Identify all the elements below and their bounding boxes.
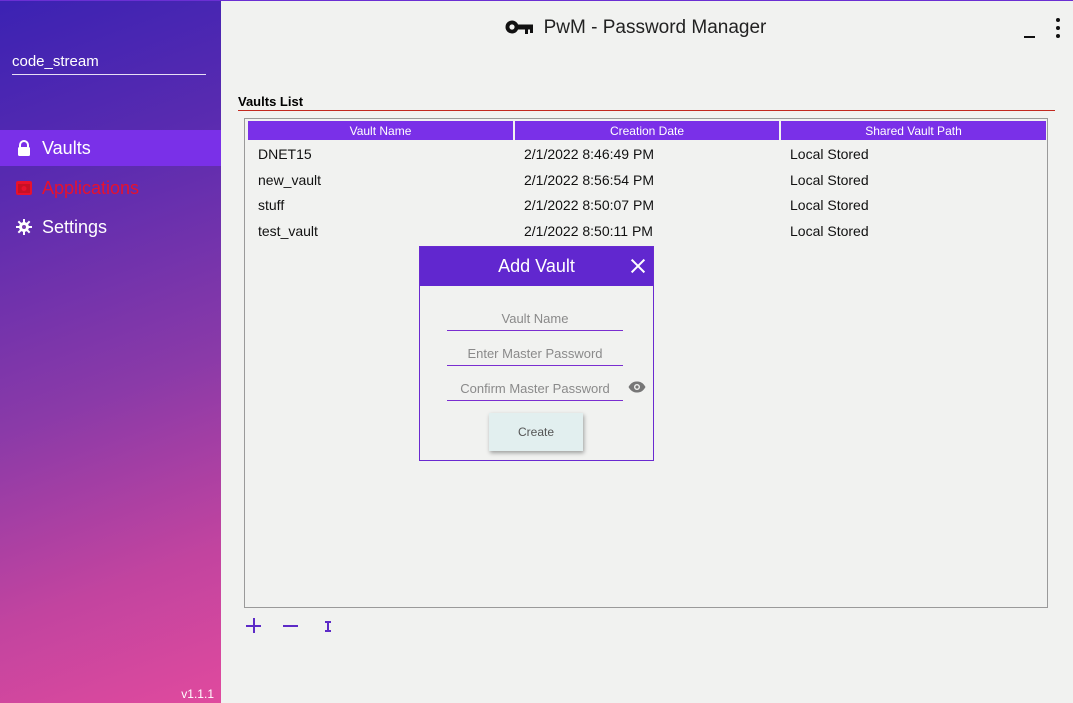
sidebar-item-vaults[interactable]: Vaults xyxy=(0,130,221,166)
sidebar-item-settings[interactable]: Settings xyxy=(0,209,221,245)
vault-name-input[interactable] xyxy=(447,307,623,331)
app-title: PwM - Password Manager xyxy=(543,17,767,38)
cell-vault-name: DNET15 xyxy=(258,146,312,162)
sidebar-item-label: Vaults xyxy=(42,137,91,158)
close-icon[interactable] xyxy=(629,257,647,275)
rename-vault-button[interactable] xyxy=(318,616,338,636)
cell-vault-name: stuff xyxy=(258,197,285,213)
eye-icon[interactable] xyxy=(628,380,646,393)
title-bar: PwM - Password Manager xyxy=(221,1,1073,55)
column-header-vault-name[interactable]: Vault Name xyxy=(248,121,515,140)
cell-shared-path: Local Stored xyxy=(790,146,869,162)
cell-shared-path: Local Stored xyxy=(790,223,869,239)
table-row[interactable]: new_vault 2/1/2022 8:56:54 PM Local Stor… xyxy=(258,169,1038,191)
app-window: code_stream Vaults Applications Settings… xyxy=(0,0,1073,703)
add-vault-dialog: Add Vault Create xyxy=(419,246,654,461)
confirm-password-input[interactable] xyxy=(447,377,623,401)
cell-creation-date: 2/1/2022 8:50:07 PM xyxy=(524,197,654,213)
sidebar-item-label: Applications xyxy=(42,177,140,198)
table-row[interactable]: stuff 2/1/2022 8:50:07 PM Local Stored xyxy=(258,194,1038,216)
app-version: v1.1.1 xyxy=(181,687,214,701)
gear-icon xyxy=(16,219,32,235)
cell-vault-name: new_vault xyxy=(258,172,322,188)
key-icon xyxy=(505,18,533,41)
delete-vault-button[interactable] xyxy=(281,616,301,636)
cell-creation-date: 2/1/2022 8:50:11 PM xyxy=(524,223,653,239)
master-password-input[interactable] xyxy=(447,342,623,366)
table-row[interactable]: test_vault 2/1/2022 8:50:11 PM Local Sto… xyxy=(258,220,1038,242)
sidebar: code_stream Vaults Applications Settings… xyxy=(0,1,221,703)
vaults-list-title: Vaults List xyxy=(238,94,304,109)
add-vault-button[interactable] xyxy=(244,616,264,636)
more-menu-icon[interactable] xyxy=(1053,18,1063,38)
table-row[interactable]: DNET15 2/1/2022 8:46:49 PM Local Stored xyxy=(258,143,1038,165)
user-name: code_stream xyxy=(12,53,206,75)
dialog-title: Add Vault xyxy=(498,256,575,276)
cell-shared-path: Local Stored xyxy=(790,172,869,188)
minimize-button[interactable] xyxy=(1023,21,1037,39)
cell-shared-path: Local Stored xyxy=(790,197,869,213)
sidebar-item-applications[interactable]: Applications xyxy=(0,170,221,206)
lock-icon xyxy=(16,140,32,156)
title-divider xyxy=(238,110,1055,111)
cell-creation-date: 2/1/2022 8:56:54 PM xyxy=(524,172,654,188)
cell-vault-name: test_vault xyxy=(258,223,318,239)
column-header-creation-date[interactable]: Creation Date xyxy=(515,121,781,140)
sidebar-item-label: Settings xyxy=(42,216,108,237)
cell-creation-date: 2/1/2022 8:46:49 PM xyxy=(524,146,654,162)
create-button[interactable]: Create xyxy=(489,413,583,451)
app-window-icon xyxy=(16,180,32,196)
dialog-header: Add Vault xyxy=(420,247,653,286)
table-header: Vault Name Creation Date Shared Vault Pa… xyxy=(248,121,1046,140)
column-header-shared-path[interactable]: Shared Vault Path xyxy=(781,121,1046,140)
